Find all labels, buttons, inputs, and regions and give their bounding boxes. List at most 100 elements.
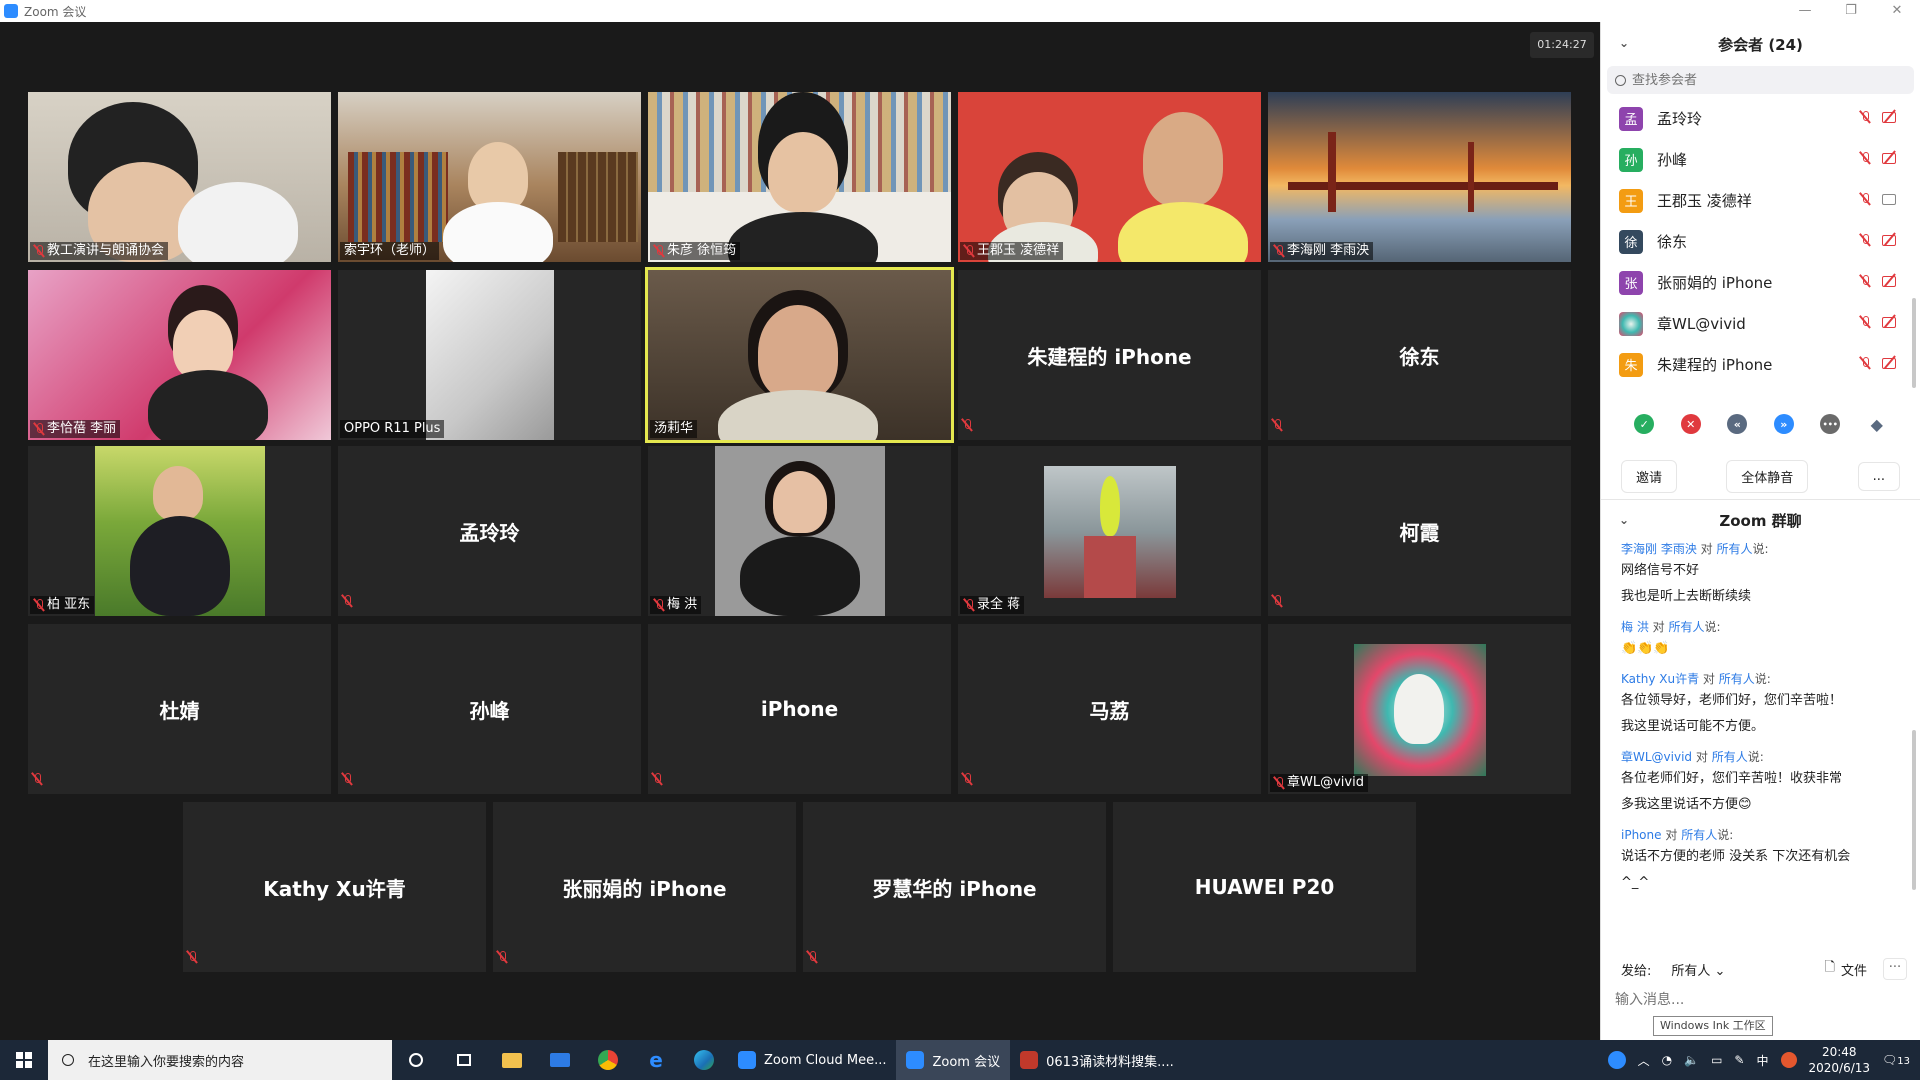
- participant-row[interactable]: 徐 徐东: [1601, 221, 1920, 262]
- start-button[interactable]: [0, 1040, 48, 1080]
- minimize-button[interactable]: —: [1782, 0, 1828, 22]
- participant-row[interactable]: 朱 朱建程的 iPhone: [1601, 344, 1920, 385]
- video-tile[interactable]: 马荔: [958, 624, 1261, 794]
- yes-icon[interactable]: ✓: [1634, 414, 1655, 434]
- participant-row[interactable]: 孟 孟玲玲: [1601, 98, 1920, 139]
- video-tile[interactable]: 李海刚 李雨泱: [1268, 92, 1571, 262]
- notification-icon[interactable]: 🗨13: [1882, 1053, 1910, 1067]
- video-tile[interactable]: 朱建程的 iPhone: [958, 270, 1261, 440]
- video-tile[interactable]: OPPO R11 Plus: [338, 270, 641, 440]
- video-tile[interactable]: 教工演讲与朗诵协会: [28, 92, 331, 262]
- window-controls: — ❐ ✕: [1782, 0, 1920, 22]
- video-tile[interactable]: 梅 洪: [648, 446, 951, 616]
- mic-muted-icon: [962, 417, 972, 436]
- mute-all-button[interactable]: 全体静音: [1726, 460, 1809, 493]
- video-tile[interactable]: 柏 亚东: [28, 446, 331, 616]
- ie-icon[interactable]: e: [632, 1040, 680, 1080]
- message-text: 说话不方便的老师 没关系 下次还有机会: [1621, 849, 1851, 864]
- participants-header: ⌄ 参会者 (24): [1601, 22, 1920, 66]
- chevron-up-icon[interactable]: ︿: [1638, 1052, 1650, 1069]
- video-tile[interactable]: 录全 蒋: [958, 446, 1261, 616]
- chrome-icon[interactable]: [584, 1040, 632, 1080]
- video-tile[interactable]: 孟玲玲: [338, 446, 641, 616]
- search-icon: [1615, 74, 1626, 86]
- go-faster-icon[interactable]: »: [1773, 414, 1794, 434]
- participant-search-input[interactable]: [1632, 72, 1892, 88]
- avatar: 张: [1619, 270, 1643, 295]
- participant-name: 章WL@vivid: [1657, 315, 1746, 333]
- clock[interactable]: 20:48 2020/6/13: [1809, 1044, 1871, 1076]
- taskbar-app-zoom-cloud[interactable]: Zoom Cloud Mee...: [728, 1040, 896, 1080]
- chat-message-input[interactable]: [1615, 987, 1905, 1013]
- video-tile[interactable]: 王郡玉 凌德祥: [958, 92, 1261, 262]
- video-tile[interactable]: 章WL@vivid: [1268, 624, 1571, 794]
- help-icon[interactable]: [1607, 1051, 1626, 1069]
- send-to-row: 发给: 所有人 ⌄ 🗋 文件 ···: [1601, 954, 1920, 984]
- chat-message: iPhone 对 所有人说: 说话不方便的老师 没关系 下次还有机会 ^_^: [1621, 826, 1900, 896]
- participant-row[interactable]: 孙 孙峰: [1601, 139, 1920, 180]
- clear-reactions-icon[interactable]: ◆: [1867, 414, 1887, 434]
- chevron-down-icon[interactable]: ⌄: [1619, 36, 1629, 50]
- file-explorer-icon[interactable]: [488, 1040, 536, 1080]
- message-sender: 李海刚 李雨泱 对 所有人说:: [1621, 542, 1769, 556]
- reaction-bar: ✓ ✕ « » ••• ◆: [1601, 394, 1920, 454]
- cortana-icon[interactable]: [392, 1040, 440, 1080]
- close-button[interactable]: ✕: [1874, 0, 1920, 22]
- chat-scrollbar[interactable]: [1912, 730, 1916, 890]
- profile-photo: [1044, 466, 1176, 598]
- file-icon: 🗋: [1824, 960, 1835, 975]
- video-tile[interactable]: HUAWEI P20: [1113, 802, 1416, 972]
- volume-icon[interactable]: 🔈: [1684, 1053, 1699, 1067]
- ime-indicator[interactable]: 中: [1756, 1052, 1768, 1069]
- mic-muted-icon: [1272, 593, 1282, 612]
- zoom-icon: [906, 1051, 925, 1069]
- chat-more-button[interactable]: ···: [1883, 958, 1907, 980]
- file-button[interactable]: 🗋 文件: [1825, 958, 1867, 980]
- video-tile[interactable]: 柯霞: [1268, 446, 1571, 616]
- video-tile[interactable]: iPhone: [648, 624, 951, 794]
- participant-row[interactable]: 王 王郡玉 凌德祥: [1601, 180, 1920, 221]
- video-tile[interactable]: 杜婧: [28, 624, 331, 794]
- battery-icon[interactable]: ▭: [1711, 1053, 1722, 1067]
- video-tile[interactable]: 徐东: [1268, 270, 1571, 440]
- task-view-icon[interactable]: [440, 1040, 488, 1080]
- mic-muted-icon: [1860, 274, 1870, 288]
- restore-button[interactable]: ❐: [1828, 0, 1874, 22]
- participant-name: 徐东: [1657, 233, 1688, 251]
- taskbar-app-zoom-meeting[interactable]: Zoom 会议: [896, 1040, 1011, 1080]
- chat-header: ⌄ Zoom 群聊: [1601, 500, 1920, 540]
- participant-row[interactable]: 章WL@vivid: [1601, 303, 1920, 344]
- taskbar-app-document[interactable]: 0613诵读材料搜集....: [1010, 1040, 1184, 1080]
- pen-icon[interactable]: ✎: [1734, 1053, 1744, 1067]
- sogou-icon[interactable]: [1780, 1052, 1797, 1068]
- edge-icon[interactable]: [680, 1040, 728, 1080]
- participant-list-scrollbar[interactable]: [1912, 298, 1916, 388]
- invite-button[interactable]: 邀请: [1621, 460, 1678, 493]
- mail-icon[interactable]: [536, 1040, 584, 1080]
- video-gallery: 01:24:27 教工演讲与朗诵协会 索宇环（老师） 朱彦 徐恒筠 王郡玉 凌德…: [0, 22, 1600, 1040]
- video-tile[interactable]: 张丽娟的 iPhone: [493, 802, 796, 972]
- chevron-down-icon[interactable]: ⌄: [1619, 513, 1629, 527]
- mic-muted-icon: [964, 598, 974, 612]
- avatar: 孟: [1619, 106, 1643, 131]
- mic-muted-icon: [497, 949, 507, 968]
- send-to-select[interactable]: 所有人 ⌄: [1671, 960, 1725, 979]
- participants-title: 参会者 (24): [1718, 35, 1803, 54]
- video-tile[interactable]: 索宇环（老师）: [338, 92, 641, 262]
- video-tile[interactable]: 孙峰: [338, 624, 641, 794]
- participant-row[interactable]: 张 张丽娟的 iPhone: [1601, 262, 1920, 303]
- no-icon[interactable]: ✕: [1680, 414, 1701, 434]
- participant-name-center: 孟玲玲: [459, 520, 520, 545]
- go-slower-icon[interactable]: «: [1727, 414, 1748, 434]
- taskbar-search[interactable]: 在这里输入你要搜索的内容: [48, 1040, 392, 1080]
- more-reactions-icon[interactable]: •••: [1820, 414, 1841, 434]
- video-tile[interactable]: 朱彦 徐恒筠: [648, 92, 951, 262]
- video-tile-active-speaker[interactable]: 汤莉华: [645, 267, 954, 443]
- video-tile[interactable]: 李恰蓓 李丽: [28, 270, 331, 440]
- mic-muted-icon: [807, 949, 817, 968]
- network-icon[interactable]: ◔: [1662, 1053, 1672, 1067]
- more-button[interactable]: ...: [1857, 462, 1900, 491]
- video-tile[interactable]: Kathy Xu许青: [183, 802, 486, 972]
- video-tile[interactable]: 罗慧华的 iPhone: [803, 802, 1106, 972]
- participant-search[interactable]: [1607, 66, 1914, 94]
